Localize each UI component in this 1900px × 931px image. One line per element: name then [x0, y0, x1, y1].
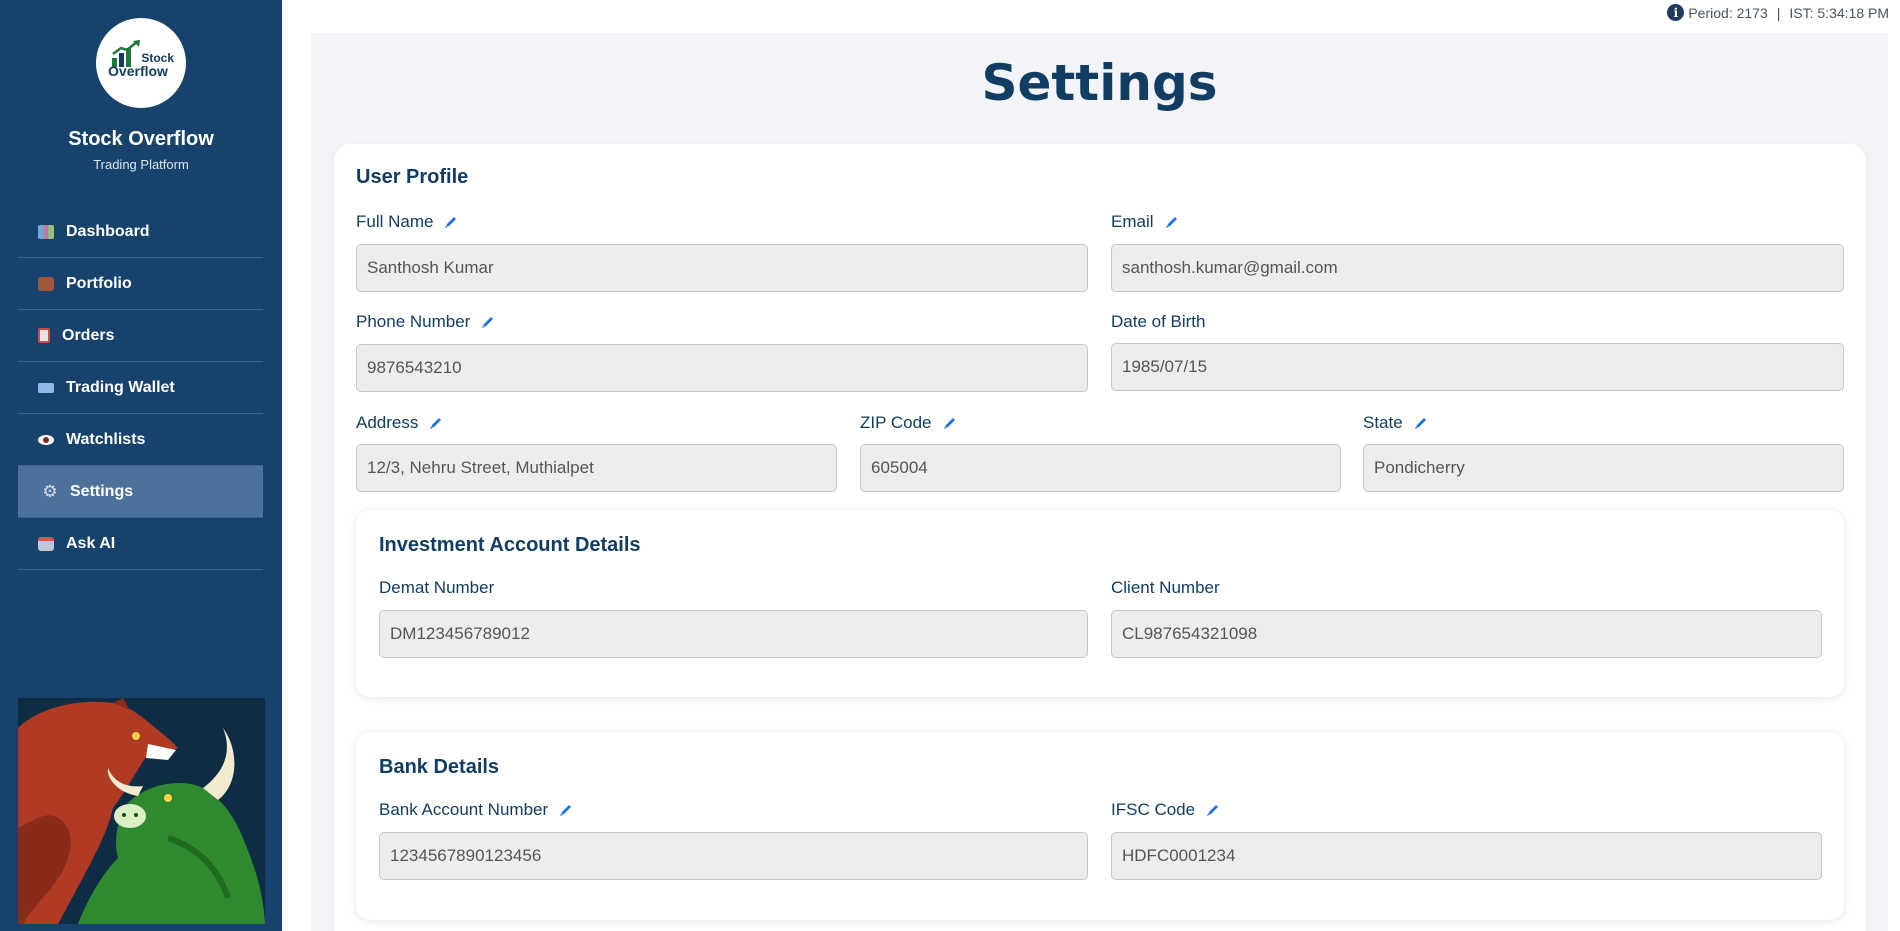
demat-label: Demat Number — [379, 578, 494, 598]
field-label-text: Bank Account Number — [379, 800, 549, 819]
pencil-icon[interactable] — [444, 215, 458, 229]
pencil-icon[interactable] — [1414, 416, 1428, 430]
sidebar-item-label: Settings — [70, 482, 134, 500]
zip-label: ZIP Code — [860, 413, 957, 433]
field-label-text: IFSC Code — [1111, 800, 1196, 819]
client-number-label: Client Number — [1111, 578, 1220, 598]
ifsc-label: IFSC Code — [1111, 800, 1220, 820]
gear-icon: ⚙ — [42, 482, 58, 501]
eye-icon — [38, 434, 54, 445]
page-title: Settings — [981, 54, 1218, 112]
field-label-text: Date of Birth — [1111, 312, 1206, 331]
sidebar-item-label: Ask AI — [66, 534, 116, 552]
brand-name: Stock Overflow — [68, 128, 214, 150]
clipboard-icon — [38, 328, 50, 343]
phone-label: Phone Number — [356, 312, 495, 332]
bull-bear-illustration — [18, 698, 265, 924]
client-number-input[interactable] — [1111, 610, 1822, 658]
ist-time: IST: 5:34:18 PM — [1789, 4, 1889, 21]
sidebar-item-ask-ai[interactable]: Ask AI — [18, 518, 263, 570]
field-label-text: Client Number — [1111, 578, 1220, 597]
field-label-text: State — [1363, 413, 1403, 432]
field-label-text: ZIP Code — [860, 413, 932, 432]
bank-account-label: Bank Account Number — [379, 800, 573, 820]
ifsc-input[interactable] — [1111, 832, 1822, 880]
pencil-icon[interactable] — [1206, 803, 1220, 817]
period-text: Period: 2173 — [1688, 4, 1768, 21]
bank-account-input[interactable] — [379, 832, 1088, 880]
brand-subtitle: Trading Platform — [93, 157, 189, 172]
chart-icon — [38, 224, 54, 239]
sidebar: Stock Overflow Stock Overflow Trading Pl… — [0, 0, 282, 931]
sidebar-item-trading-wallet[interactable]: Trading Wallet — [18, 362, 263, 414]
card-icon — [38, 382, 54, 393]
bank-details-title: Bank Details — [379, 756, 500, 778]
address-input[interactable] — [356, 444, 837, 492]
demat-input[interactable] — [379, 610, 1088, 658]
phone-input[interactable] — [356, 344, 1088, 392]
email-label: Email — [1111, 212, 1179, 232]
field-label-text: Address — [356, 413, 419, 432]
app-logo[interactable]: Stock Overflow — [96, 18, 186, 108]
info-icon[interactable]: i — [1667, 4, 1685, 21]
user-profile-title: User Profile — [356, 166, 469, 188]
full-name-input[interactable] — [356, 244, 1088, 292]
email-input[interactable] — [1111, 244, 1844, 292]
field-label-text: Demat Number — [379, 578, 495, 597]
state-label: State — [1363, 413, 1428, 433]
logo-text: Stock Overflow — [108, 51, 174, 79]
state-input[interactable] — [1363, 444, 1844, 492]
sidebar-item-settings[interactable]: ⚙ Settings — [18, 466, 263, 518]
pencil-icon[interactable] — [559, 803, 573, 817]
sidebar-nav: Dashboard Portfolio Orders Trading Walle… — [18, 206, 263, 570]
bank-details-card — [356, 732, 1844, 920]
pencil-icon[interactable] — [943, 416, 957, 430]
sidebar-item-watchlists[interactable]: Watchlists — [18, 414, 263, 466]
sidebar-item-label: Dashboard — [66, 222, 150, 240]
address-label: Address — [356, 413, 443, 433]
full-name-label: Full Name — [356, 212, 458, 232]
field-label-text: Email — [1111, 212, 1154, 231]
dob-input[interactable] — [1111, 343, 1844, 391]
sidebar-item-dashboard[interactable]: Dashboard — [18, 206, 263, 258]
zip-input[interactable] — [860, 444, 1341, 492]
pencil-icon[interactable] — [1165, 215, 1179, 229]
field-label-text: Full Name — [356, 212, 434, 231]
sidebar-item-label: Watchlists — [66, 430, 146, 448]
sidebar-item-label: Orders — [62, 326, 115, 344]
dob-label: Date of Birth — [1111, 312, 1206, 332]
investment-account-title: Investment Account Details — [379, 534, 641, 556]
robot-icon — [38, 536, 54, 551]
status-separator: | — [1776, 4, 1781, 21]
sidebar-item-orders[interactable]: Orders — [18, 310, 263, 362]
sidebar-item-portfolio[interactable]: Portfolio — [18, 258, 263, 310]
sidebar-item-label: Trading Wallet — [66, 378, 175, 396]
session-status: i Period: 2173 | IST: 5:34:18 PM — [1667, 4, 1889, 21]
pencil-icon[interactable] — [429, 416, 443, 430]
pencil-icon[interactable] — [481, 315, 495, 329]
field-label-text: Phone Number — [356, 312, 471, 331]
briefcase-icon — [38, 276, 54, 291]
sidebar-item-label: Portfolio — [66, 274, 132, 292]
